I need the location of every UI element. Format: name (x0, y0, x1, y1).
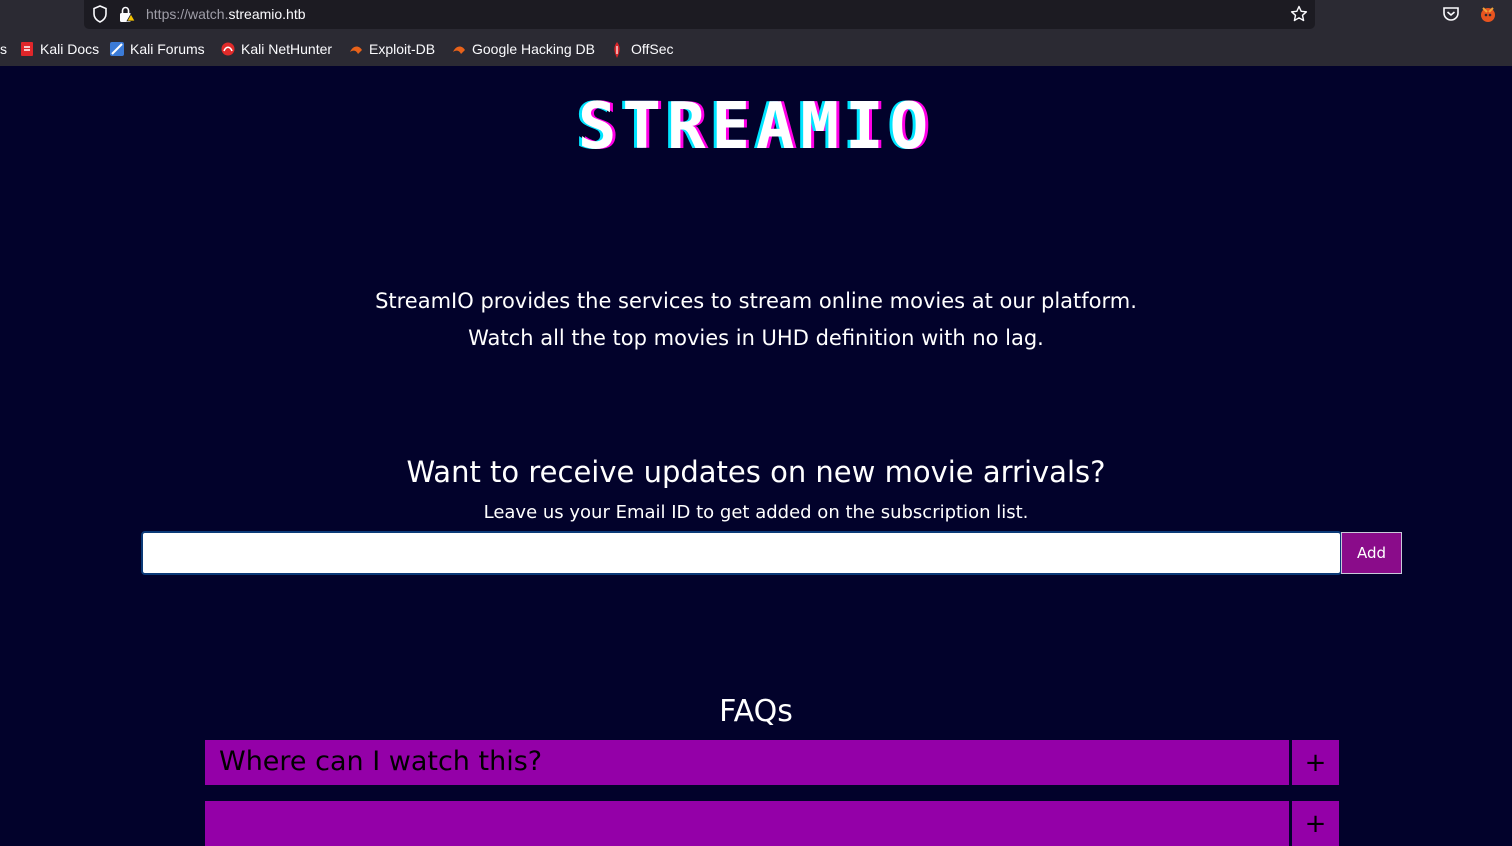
faq-item[interactable]: Where can I watch this? + (205, 740, 1339, 785)
extension-icon[interactable] (1478, 4, 1498, 28)
bookmark-kali-forums[interactable]: Kali Forums (110, 41, 205, 57)
url-text[interactable]: https://watch.streamio.htb (146, 6, 306, 22)
faq-question: Where can I watch this? (219, 746, 543, 777)
url-prefix: https://watch. (146, 6, 229, 22)
faqs-heading: FAQs (719, 694, 793, 729)
bookmark-offsec[interactable]: OffSec (611, 41, 674, 58)
bookmark-kali-nethunter[interactable]: Kali NetHunter (221, 41, 332, 57)
bookmark-label: Kali Docs (40, 41, 100, 57)
bookmark-google-hacking-db[interactable]: Google Hacking DB (452, 41, 595, 57)
bookmark-kali-docs[interactable]: Kali Docs (20, 41, 99, 57)
bookmark-exploit-db[interactable]: Exploit-DB (349, 41, 435, 57)
faq-expand-button[interactable]: + (1292, 801, 1339, 846)
bookmark-label: Google Hacking DB (472, 41, 595, 57)
kali-nethunter-icon (221, 42, 235, 56)
bookmark-star-icon[interactable] (1290, 5, 1308, 27)
bookmark-label: Kali Forums (130, 41, 205, 57)
address-bar[interactable]: https://watch.streamio.htb (84, 0, 1315, 29)
ghdb-icon (452, 42, 466, 56)
kali-docs-icon (20, 42, 34, 56)
email-input[interactable] (141, 531, 1342, 575)
add-button[interactable]: Add (1341, 532, 1402, 574)
site-logo: STREAMIO (577, 90, 935, 164)
bookmark-item-truncated[interactable]: s (0, 41, 7, 57)
subscribe-description: Leave us your Email ID to get added on t… (483, 502, 1029, 523)
intro-text: StreamIO provides the services to stream… (0, 283, 1512, 357)
kali-forums-icon (110, 42, 124, 56)
browser-chrome: https://watch.streamio.htb s Kali Docs K… (0, 0, 1512, 66)
url-domain: streamio.htb (228, 6, 306, 22)
exploit-db-icon (349, 42, 363, 56)
offsec-icon (611, 42, 625, 58)
pocket-icon[interactable] (1442, 6, 1460, 26)
subscribe-heading: Want to receive updates on new movie arr… (406, 455, 1106, 489)
faq-expand-button[interactable]: + (1292, 740, 1339, 785)
intro-line-2: Watch all the top movies in UHD definiti… (468, 326, 1044, 350)
faq-item[interactable]: + (205, 801, 1339, 846)
shield-icon[interactable] (92, 5, 108, 27)
bookmarks-toolbar: s Kali Docs Kali Forums Kali NetHunter E… (0, 37, 1512, 63)
bookmark-label: s (0, 41, 7, 57)
bookmark-label: Exploit-DB (369, 41, 436, 57)
lock-icon[interactable] (118, 5, 136, 27)
bookmark-label: Kali NetHunter (241, 41, 333, 57)
intro-line-1: StreamIO provides the services to stream… (375, 289, 1137, 313)
bookmark-label: OffSec (631, 41, 674, 57)
